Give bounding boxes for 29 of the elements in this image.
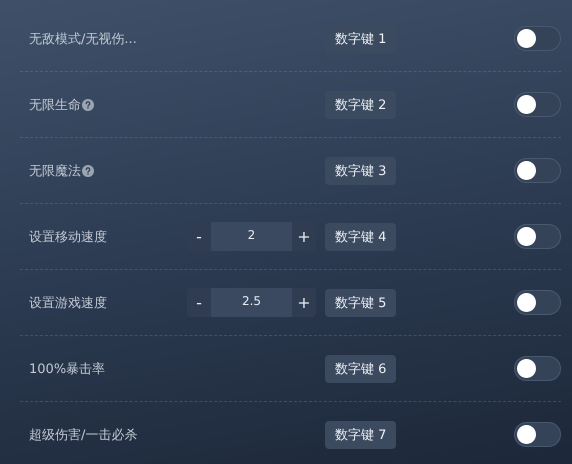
increase-button[interactable]: + [292, 288, 316, 317]
help-icon[interactable] [82, 164, 94, 176]
value-field[interactable]: 2 [211, 222, 292, 251]
value-field[interactable]: 2.5 [211, 288, 292, 317]
toggle-switch[interactable] [514, 356, 561, 381]
toggle-switch[interactable] [514, 26, 561, 51]
decrease-button[interactable]: - [187, 222, 211, 251]
toggle-switch[interactable] [514, 224, 561, 249]
setting-label: 超级伤害/一击必杀 [29, 426, 138, 444]
toggle-switch[interactable] [514, 92, 561, 117]
help-icon[interactable] [82, 98, 94, 110]
hotkey-button[interactable]: 数字键 3 [325, 156, 396, 184]
hotkey-button[interactable]: 数字键 6 [325, 354, 396, 382]
decrease-button[interactable]: - [187, 288, 211, 317]
setting-label: 无限魔法 [29, 162, 81, 180]
setting-label: 设置移动速度 [29, 228, 107, 246]
hotkey-button[interactable]: 数字键 7 [325, 420, 396, 448]
hotkey-button[interactable]: 数字键 1 [325, 24, 396, 52]
toggle-switch[interactable] [514, 422, 561, 447]
toggle-switch[interactable] [514, 158, 561, 183]
setting-label: 设置游戏速度 [29, 294, 107, 312]
increase-button[interactable]: + [292, 222, 316, 251]
setting-label: 100%暴击率 [29, 360, 106, 378]
hotkey-button[interactable]: 数字键 2 [325, 90, 396, 118]
setting-label: 无敌模式/无视伤... [29, 30, 137, 48]
hotkey-button[interactable]: 数字键 4 [325, 222, 396, 250]
hotkey-button[interactable]: 数字键 5 [325, 288, 396, 316]
toggle-switch[interactable] [514, 290, 561, 315]
setting-label: 无限生命 [29, 96, 81, 114]
